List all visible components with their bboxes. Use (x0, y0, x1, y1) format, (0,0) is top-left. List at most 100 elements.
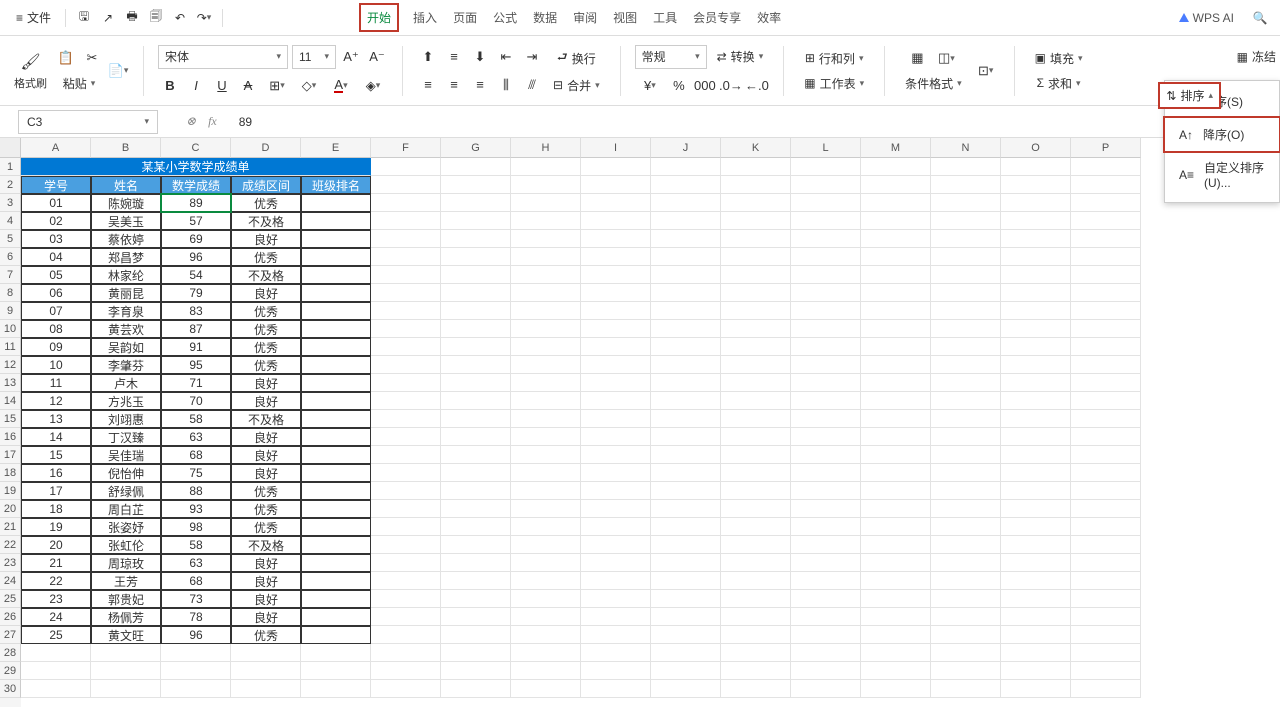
empty-cell[interactable] (371, 410, 441, 428)
data-cell[interactable]: 不及格 (231, 410, 301, 428)
font-decrease-icon[interactable]: A⁻ (366, 46, 388, 68)
empty-cell[interactable] (1001, 662, 1071, 680)
empty-cell[interactable] (371, 464, 441, 482)
empty-cell[interactable] (861, 392, 931, 410)
align-right-icon[interactable]: ≡ (469, 74, 491, 96)
row-header[interactable]: 30 (0, 680, 21, 698)
empty-cell[interactable] (161, 644, 231, 662)
empty-cell[interactable] (931, 572, 1001, 590)
empty-cell[interactable] (1001, 320, 1071, 338)
data-cell[interactable]: 丁汉臻 (91, 428, 161, 446)
data-cell[interactable]: 周白芷 (91, 500, 161, 518)
empty-cell[interactable] (1071, 662, 1141, 680)
convert-button[interactable]: ⇄ 转换▾ (711, 46, 770, 67)
data-cell[interactable]: 黄丽昆 (91, 284, 161, 302)
empty-cell[interactable] (511, 176, 581, 194)
empty-cell[interactable] (371, 392, 441, 410)
row-header[interactable]: 20 (0, 500, 21, 518)
empty-cell[interactable] (581, 608, 651, 626)
empty-cell[interactable] (1071, 194, 1141, 212)
data-cell[interactable]: 优秀 (231, 320, 301, 338)
currency-icon[interactable]: ¥▾ (636, 75, 664, 97)
empty-cell[interactable] (1001, 230, 1071, 248)
data-cell[interactable]: 70 (161, 392, 231, 410)
empty-cell[interactable] (721, 230, 791, 248)
empty-cell[interactable] (931, 320, 1001, 338)
row-header[interactable]: 21 (0, 518, 21, 536)
data-cell[interactable]: 17 (21, 482, 91, 500)
empty-cell[interactable] (441, 626, 511, 644)
empty-cell[interactable] (441, 194, 511, 212)
align-top-icon[interactable]: ⬆ (417, 46, 439, 68)
empty-cell[interactable] (511, 608, 581, 626)
empty-cell[interactable] (721, 338, 791, 356)
fx-icon[interactable]: fx (208, 114, 217, 129)
empty-cell[interactable] (791, 302, 861, 320)
data-cell[interactable]: 68 (161, 446, 231, 464)
worksheet-button[interactable]: ▦ 工作表▾ (798, 73, 870, 94)
empty-cell[interactable] (91, 662, 161, 680)
empty-cell[interactable] (581, 410, 651, 428)
table-style-icon[interactable]: ▦ (906, 47, 928, 69)
empty-cell[interactable] (1001, 392, 1071, 410)
row-header[interactable]: 17 (0, 446, 21, 464)
row-header[interactable]: 6 (0, 248, 21, 266)
data-cell[interactable]: 倪怡伸 (91, 464, 161, 482)
empty-cell[interactable] (581, 680, 651, 698)
empty-cell[interactable] (581, 536, 651, 554)
empty-cell[interactable] (1001, 536, 1071, 554)
empty-cell[interactable] (651, 212, 721, 230)
sort-desc-item[interactable]: A↑ 降序(O) (1165, 118, 1279, 151)
empty-cell[interactable] (91, 680, 161, 698)
data-cell[interactable]: 23 (21, 590, 91, 608)
row-header[interactable]: 26 (0, 608, 21, 626)
empty-cell[interactable] (1071, 626, 1141, 644)
empty-cell[interactable] (651, 572, 721, 590)
data-cell[interactable]: 95 (161, 356, 231, 374)
empty-cell[interactable] (931, 194, 1001, 212)
empty-cell[interactable] (511, 392, 581, 410)
data-cell[interactable]: 优秀 (231, 356, 301, 374)
tab-page[interactable]: 页面 (451, 3, 479, 32)
empty-cell[interactable] (721, 608, 791, 626)
empty-cell[interactable] (441, 356, 511, 374)
empty-cell[interactable] (861, 374, 931, 392)
data-cell[interactable]: 21 (21, 554, 91, 572)
empty-cell[interactable] (931, 644, 1001, 662)
data-cell[interactable]: 08 (21, 320, 91, 338)
empty-cell[interactable] (1001, 194, 1071, 212)
row-header[interactable]: 19 (0, 482, 21, 500)
empty-cell[interactable] (721, 662, 791, 680)
empty-cell[interactable] (931, 482, 1001, 500)
empty-cell[interactable] (791, 518, 861, 536)
empty-cell[interactable] (651, 518, 721, 536)
empty-cell[interactable] (651, 536, 721, 554)
data-cell[interactable] (301, 248, 371, 266)
empty-cell[interactable] (931, 374, 1001, 392)
empty-cell[interactable] (371, 446, 441, 464)
empty-cell[interactable] (721, 374, 791, 392)
file-menu[interactable]: ≡ 文件 (8, 5, 59, 30)
row-header[interactable]: 4 (0, 212, 21, 230)
data-cell[interactable]: 69 (161, 230, 231, 248)
empty-cell[interactable] (581, 248, 651, 266)
empty-cell[interactable] (371, 608, 441, 626)
tab-start[interactable]: 开始 (359, 3, 399, 32)
empty-cell[interactable] (581, 302, 651, 320)
col-header[interactable]: I (581, 138, 651, 158)
empty-cell[interactable] (721, 302, 791, 320)
empty-cell[interactable] (1071, 518, 1141, 536)
merge-button[interactable]: ⊟ 合并▾ (547, 75, 606, 96)
empty-cell[interactable] (581, 482, 651, 500)
empty-cell[interactable] (511, 680, 581, 698)
select-all-corner[interactable] (0, 138, 21, 158)
percent-icon[interactable]: % (668, 75, 690, 97)
data-cell[interactable] (301, 626, 371, 644)
empty-cell[interactable] (721, 572, 791, 590)
empty-cell[interactable] (1071, 680, 1141, 698)
empty-cell[interactable] (441, 608, 511, 626)
empty-cell[interactable] (511, 248, 581, 266)
empty-cell[interactable] (721, 446, 791, 464)
row-header[interactable]: 3 (0, 194, 21, 212)
empty-cell[interactable] (861, 464, 931, 482)
